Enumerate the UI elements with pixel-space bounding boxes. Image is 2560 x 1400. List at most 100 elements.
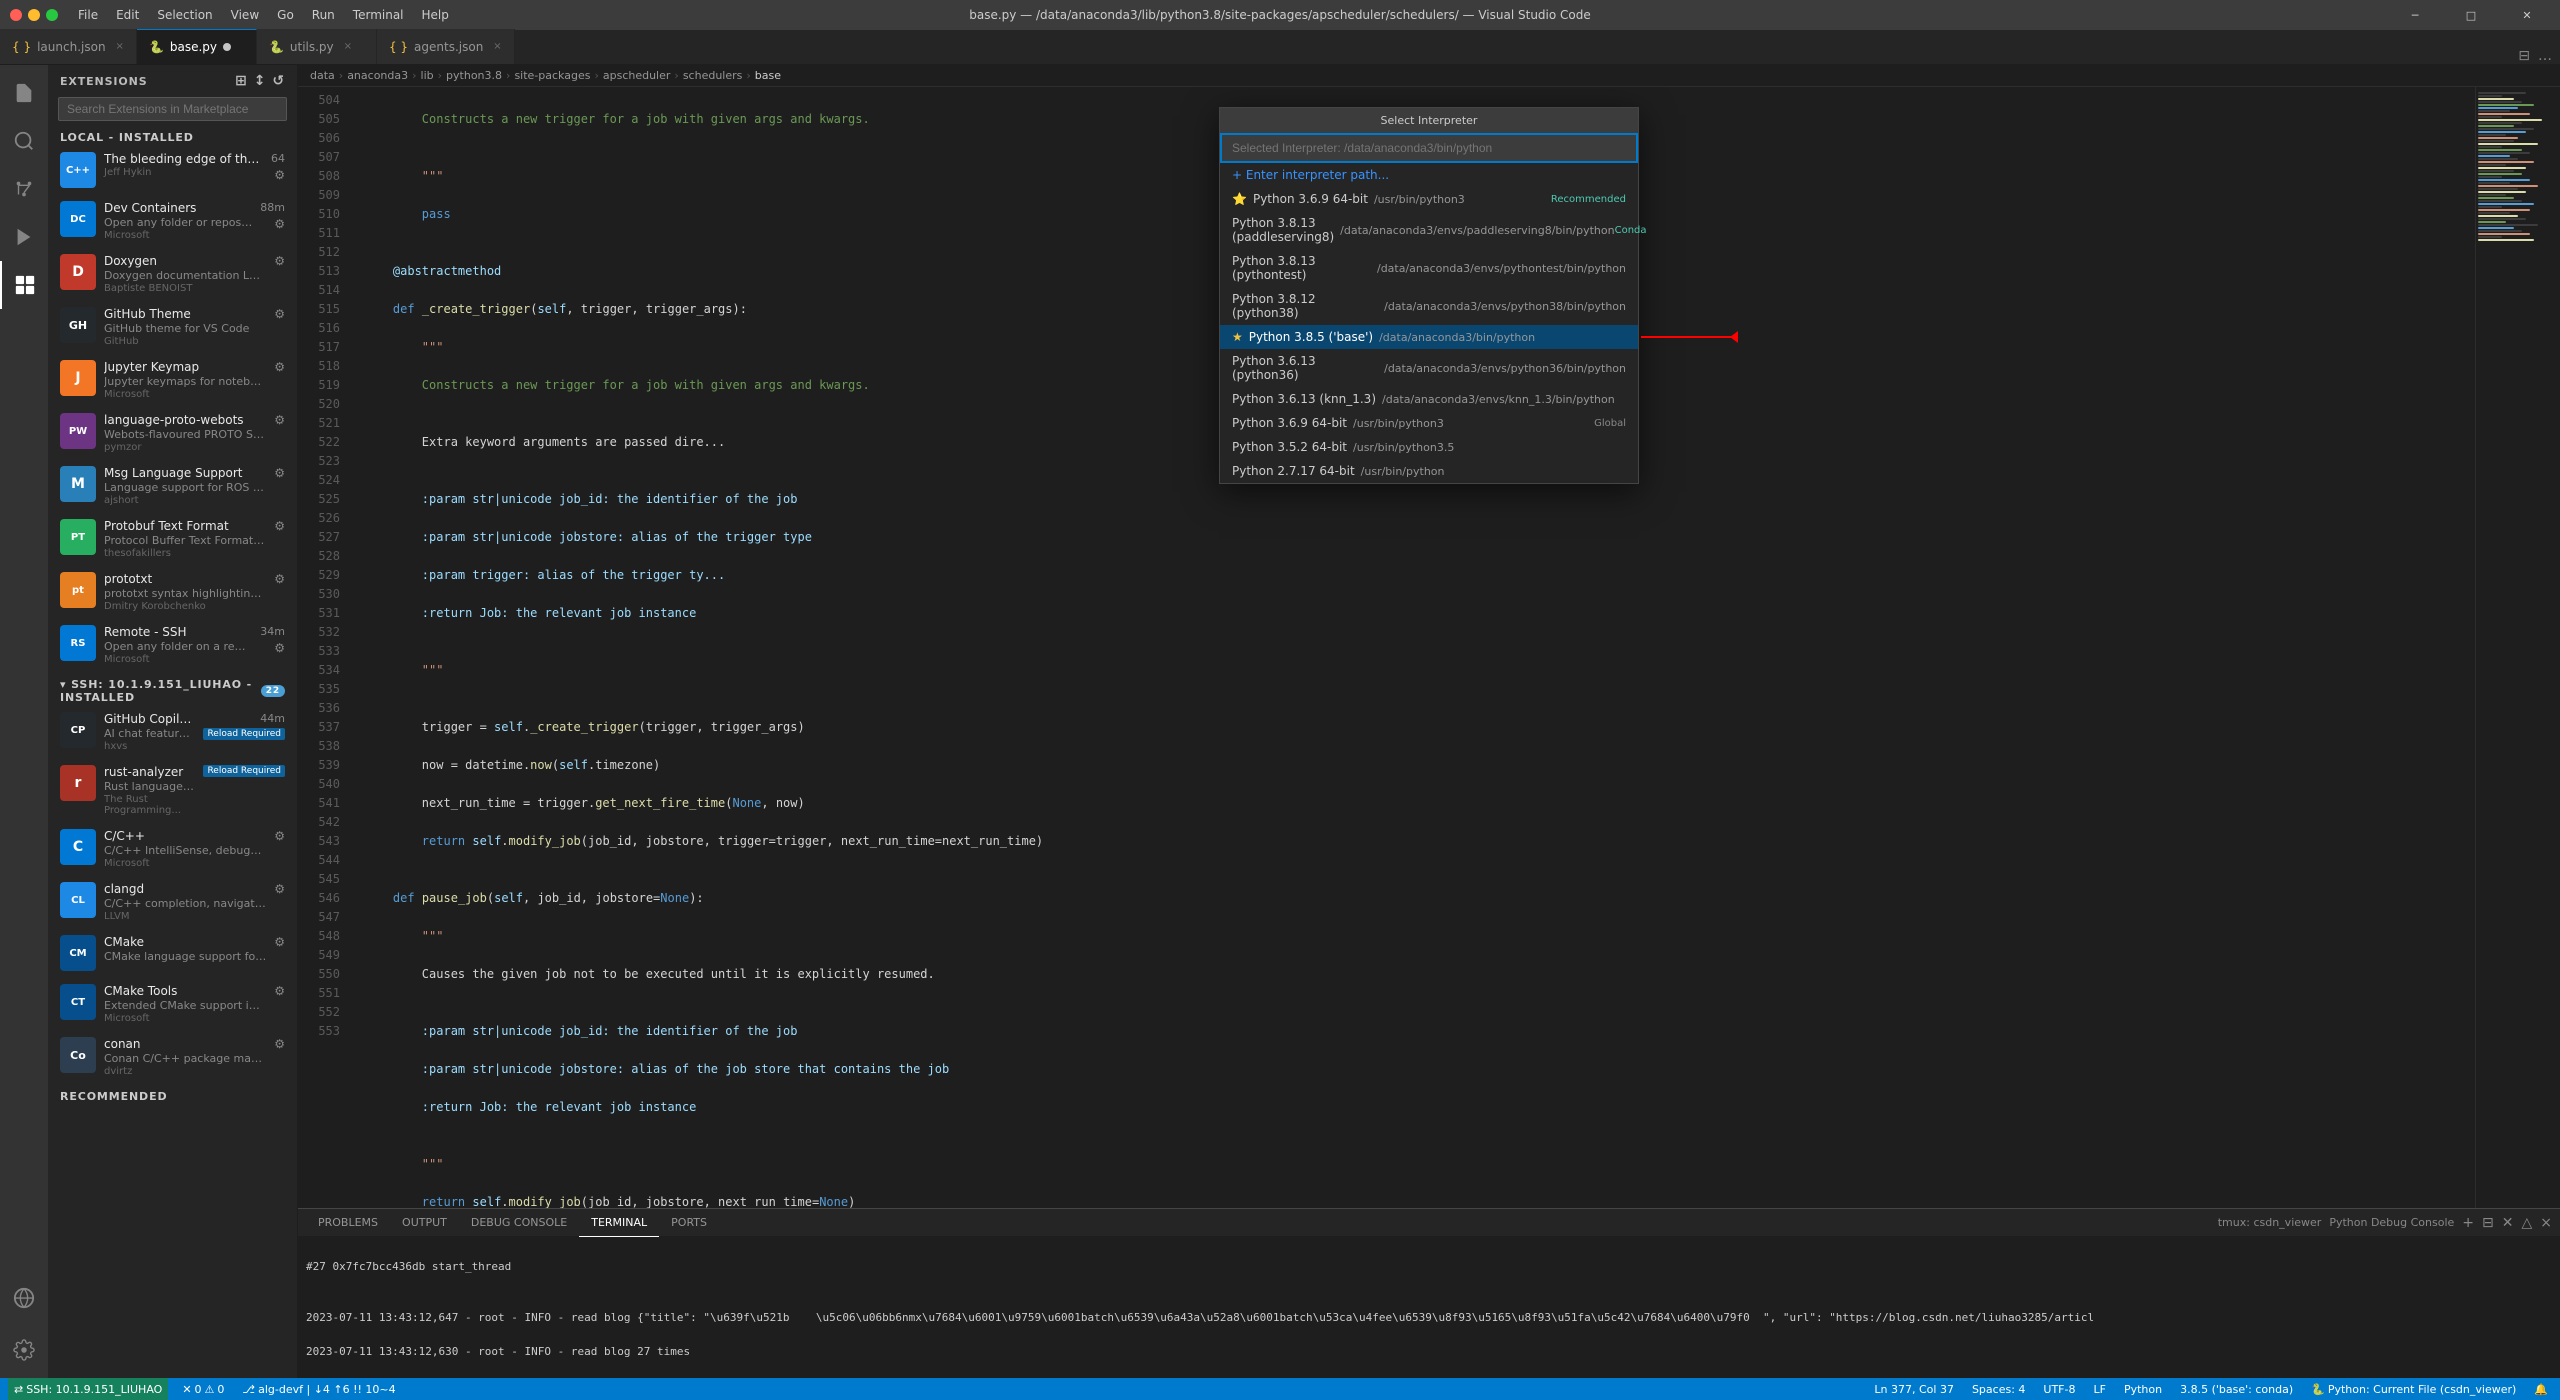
gear-icon[interactable]: ⚙	[274, 572, 285, 586]
breadcrumb-site-packages[interactable]: site-packages	[514, 69, 590, 82]
breadcrumb-apscheduler[interactable]: apscheduler	[603, 69, 671, 82]
list-item[interactable]: CM CMake CMake language support for Visu…	[48, 929, 297, 978]
list-item[interactable]: Co conan Conan C/C++ package manager int…	[48, 1031, 297, 1084]
encoding-status[interactable]: UTF-8	[2039, 1378, 2079, 1400]
interpreter-item-base[interactable]: ★ Python 3.8.5 ('base') /data/anaconda3/…	[1220, 325, 1638, 349]
menu-edit[interactable]: Edit	[116, 8, 139, 22]
menu-bar[interactable]: File Edit Selection View Go Run Terminal…	[78, 8, 449, 22]
add-terminal-icon[interactable]: +	[2462, 1215, 2474, 1231]
gear-icon[interactable]: ⚙	[274, 829, 285, 843]
gear-icon[interactable]: ⚙	[274, 641, 285, 655]
tab-utils-py[interactable]: 🐍 utils.py ×	[257, 29, 377, 64]
ssh-status[interactable]: ⇄ SSH: 10.1.9.151_LIUHAO	[8, 1378, 168, 1400]
list-item[interactable]: C C/C++ C/C++ IntelliSense, debugging, a…	[48, 823, 297, 876]
more-actions-icon[interactable]: …	[2538, 48, 2552, 64]
tab-close-launch[interactable]: ×	[116, 41, 124, 52]
gear-icon[interactable]: ⚙	[274, 413, 285, 427]
python-version-status[interactable]: 3.8.5 ('base': conda)	[2176, 1378, 2297, 1400]
list-item[interactable]: D Doxygen Doxygen documentation Language…	[48, 248, 297, 301]
menu-terminal[interactable]: Terminal	[353, 8, 404, 22]
menu-file[interactable]: File	[78, 8, 98, 22]
list-item[interactable]: DC Dev Containers Open any folder or rep…	[48, 195, 297, 248]
kill-terminal-icon[interactable]: ✕	[2502, 1215, 2514, 1231]
refresh-icon[interactable]: ↺	[272, 73, 285, 89]
minimize-button[interactable]: ─	[2392, 0, 2438, 30]
sort-icon[interactable]: ↕	[254, 73, 267, 89]
explorer-icon[interactable]	[0, 69, 48, 117]
gear-icon[interactable]: ⚙	[274, 466, 285, 480]
list-item[interactable]: C++ The bleeding edge of the C++ syntax …	[48, 146, 297, 195]
interpreter-item-352[interactable]: Python 3.5.2 64-bit /usr/bin/python3.5	[1220, 435, 1638, 459]
list-item[interactable]: pt prototxt prototxt syntax highlighting…	[48, 566, 297, 619]
gear-icon[interactable]: ⚙	[274, 254, 285, 268]
tab-ports[interactable]: PORTS	[659, 1209, 719, 1237]
menu-go[interactable]: Go	[277, 8, 294, 22]
menu-run[interactable]: Run	[312, 8, 335, 22]
list-item[interactable]: CT CMake Tools Extended CMake support in…	[48, 978, 297, 1031]
gear-icon[interactable]: ⚙	[274, 217, 285, 231]
tab-output[interactable]: OUTPUT	[390, 1209, 459, 1237]
tab-close-agents[interactable]: ×	[493, 41, 501, 52]
run-debug-icon[interactable]	[0, 213, 48, 261]
interpreter-item-knn[interactable]: Python 3.6.13 (knn_1.3) /data/anaconda3/…	[1220, 387, 1638, 411]
interpreter-item-369-global[interactable]: Python 3.6.9 64-bit /usr/bin/python3 Glo…	[1220, 411, 1638, 435]
panel-actions[interactable]: tmux: csdn_viewer Python Debug Console +…	[2218, 1215, 2552, 1231]
enter-path-option[interactable]: + Enter interpreter path...	[1220, 163, 1638, 187]
source-control-icon[interactable]	[0, 165, 48, 213]
list-item[interactable]: CP GitHub Copilot Chat AI chat features …	[48, 706, 297, 759]
split-editor-icon[interactable]: ⊟	[2518, 48, 2530, 64]
list-item[interactable]: CL clangd C/C++ completion, navigation, …	[48, 876, 297, 929]
breadcrumb-lib[interactable]: lib	[421, 69, 434, 82]
filter-icon[interactable]: ⊞	[235, 73, 248, 89]
breadcrumb-base[interactable]: base	[755, 69, 781, 82]
interpreter-item-recommended[interactable]: ⭐ Python 3.6.9 64-bit /usr/bin/python3 R…	[1220, 187, 1638, 211]
list-item[interactable]: PT Protobuf Text Format Protocol Buffer …	[48, 513, 297, 566]
tab-base-py[interactable]: 🐍 base.py	[137, 29, 257, 64]
gear-icon[interactable]: ⚙	[274, 168, 285, 182]
list-item[interactable]: GH GitHub Theme GitHub theme for VS Code…	[48, 301, 297, 354]
split-terminal-icon[interactable]: ⊟	[2482, 1215, 2494, 1231]
settings-icon[interactable]	[0, 1326, 48, 1374]
eol-status[interactable]: LF	[2089, 1378, 2109, 1400]
line-col-status[interactable]: Ln 377, Col 37	[1870, 1378, 1958, 1400]
interpreter-item-python36[interactable]: Python 3.6.13 (python36) /data/anaconda3…	[1220, 349, 1638, 387]
gear-icon[interactable]: ⚙	[274, 1037, 285, 1051]
remote-icon[interactable]	[0, 1274, 48, 1322]
search-icon[interactable]	[0, 117, 48, 165]
interpreter-status[interactable]: 🐍 Python: Current File (csdn_viewer)	[2307, 1378, 2520, 1400]
interpreter-item-2717[interactable]: Python 2.7.17 64-bit /usr/bin/python	[1220, 459, 1638, 483]
close-button[interactable]: ✕	[2504, 0, 2550, 30]
window-controls[interactable]: ─ □ ✕	[2392, 0, 2550, 30]
tab-launch-json[interactable]: { } launch.json ×	[0, 29, 137, 64]
breadcrumb-schedulers[interactable]: schedulers	[683, 69, 743, 82]
list-item[interactable]: J Jupyter Keymap Jupyter keymaps for not…	[48, 354, 297, 407]
breadcrumb-python38[interactable]: python3.8	[446, 69, 502, 82]
tab-terminal[interactable]: TERMINAL	[579, 1209, 659, 1237]
breadcrumb-anaconda3[interactable]: anaconda3	[347, 69, 408, 82]
gear-icon[interactable]: ⚙	[274, 882, 285, 896]
branch-status[interactable]: ⎇ alg-devf | ↓4 ↑6 !! 10~4	[238, 1378, 399, 1400]
tab-agents-json[interactable]: { } agents.json ×	[377, 29, 515, 64]
tab-problems[interactable]: PROBLEMS	[306, 1209, 390, 1237]
maximize-button[interactable]: □	[2448, 0, 2494, 30]
menu-help[interactable]: Help	[422, 8, 449, 22]
menu-view[interactable]: View	[231, 8, 259, 22]
gear-icon[interactable]: ⚙	[274, 307, 285, 321]
search-input[interactable]	[58, 97, 287, 121]
language-status[interactable]: Python	[2120, 1378, 2166, 1400]
tab-close-utils[interactable]: ×	[344, 41, 352, 52]
close-panel-icon[interactable]: ×	[2540, 1215, 2552, 1231]
interpreter-item-python38[interactable]: Python 3.8.12 (python38) /data/anaconda3…	[1220, 287, 1638, 325]
interpreter-search-input[interactable]	[1220, 133, 1638, 163]
gear-icon[interactable]: ⚙	[274, 984, 285, 998]
list-item[interactable]: M Msg Language Support Language support …	[48, 460, 297, 513]
list-item[interactable]: RS Remote - SSH Open any folder on a rem…	[48, 619, 297, 672]
interpreter-item-paddleserving[interactable]: Python 3.8.13 (paddleserving8) /data/ana…	[1220, 211, 1638, 249]
gear-icon[interactable]: ⚙	[274, 935, 285, 949]
sidebar-header-icons[interactable]: ⊞ ↕ ↺	[235, 73, 285, 89]
gear-icon[interactable]: ⚙	[274, 360, 285, 374]
tab-debug-console[interactable]: DEBUG CONSOLE	[459, 1209, 579, 1237]
interpreter-item-pythontest[interactable]: Python 3.8.13 (pythontest) /data/anacond…	[1220, 249, 1638, 287]
list-item[interactable]: PW language-proto-webots Webots-flavoure…	[48, 407, 297, 460]
maximize-panel-icon[interactable]: △	[2521, 1215, 2532, 1231]
